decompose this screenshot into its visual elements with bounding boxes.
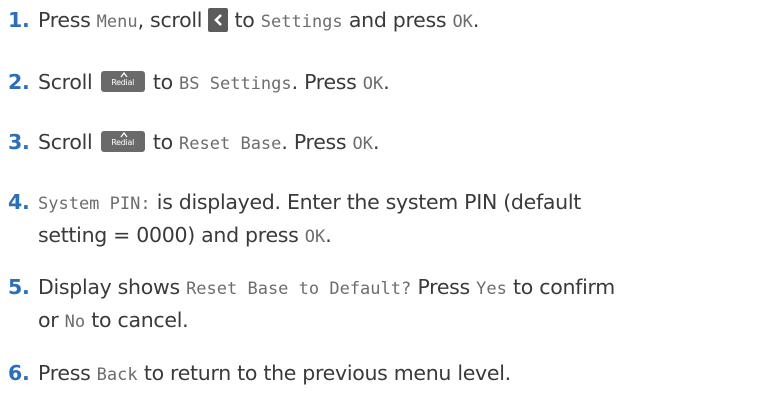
display-text-no: No [64, 312, 86, 332]
step-text: Press [38, 361, 97, 385]
step-number: 2. [8, 70, 30, 94]
display-text-yes: Yes [476, 279, 507, 299]
instruction-steps: 1. Press Menu, scroll to Settings and pr… [0, 0, 776, 394]
step-text: to [228, 8, 261, 32]
step-number: 6. [8, 361, 30, 385]
display-text-ok: OK [352, 134, 373, 154]
chevron-left-icon [208, 8, 229, 32]
step-text: to [146, 130, 180, 154]
step-text: Press [38, 8, 97, 32]
step-text: Press [411, 275, 477, 299]
display-text-reset-base: Reset Base [179, 134, 282, 154]
display-text-ok: OK [452, 12, 473, 32]
display-text-reset-prompt: Reset Base to Default? [186, 279, 412, 299]
step-text: to return to the previous menu level. [137, 361, 511, 385]
step-number: 1. [8, 8, 30, 32]
step-text: Display shows [38, 275, 187, 299]
step-text: . Press [281, 130, 353, 154]
step-5: 5. Display shows Reset Base to Default? … [8, 272, 772, 338]
display-text-ok: OK [304, 227, 326, 247]
step-text: Scroll [38, 130, 99, 154]
step-text: or [38, 308, 65, 332]
step-text: setting = 0000) and press [38, 223, 305, 247]
step-text: Scroll [38, 70, 99, 94]
redial-key-label: Redial [111, 78, 134, 87]
step-text: . [472, 8, 480, 32]
step-text: to [146, 70, 180, 94]
step-text: is displayed. Enter the system PIN (defa… [150, 190, 581, 214]
redial-key-label: Redial [111, 138, 134, 147]
step-2: 2. Scroll Redial to BS Settings. Press O… [8, 67, 772, 100]
step-text: to cancel. [85, 308, 189, 332]
step-text: . Press [291, 70, 363, 94]
step-text: . [325, 223, 332, 247]
step-6: 6. Press Back to return to the previous … [8, 358, 772, 391]
display-text-ok: OK [362, 74, 384, 94]
step-text: . [383, 70, 390, 94]
display-text-bs-settings: BS Settings [179, 74, 292, 94]
display-text-system-pin: System PIN: [38, 194, 151, 214]
redial-key-icon: Redial [100, 71, 145, 92]
step-text: . [373, 130, 380, 154]
step-number: 3. [8, 130, 30, 154]
step-4: 4. System PIN: is displayed. Enter the s… [8, 187, 772, 253]
step-text: , scroll [137, 8, 209, 32]
step-text: to confirm [506, 275, 615, 299]
step-text: and press [342, 8, 453, 32]
step-number: 4. [8, 190, 30, 214]
redial-key-icon: Redial [100, 131, 145, 152]
display-text-menu: Menu [96, 12, 138, 32]
display-text-back: Back [96, 365, 138, 385]
step-3: 3. Scroll Redial to Reset Base. Press OK… [8, 127, 772, 160]
step-number: 5. [8, 275, 30, 299]
step-1: 1. Press Menu, scroll to Settings and pr… [8, 5, 772, 38]
display-text-settings: Settings [260, 12, 343, 32]
